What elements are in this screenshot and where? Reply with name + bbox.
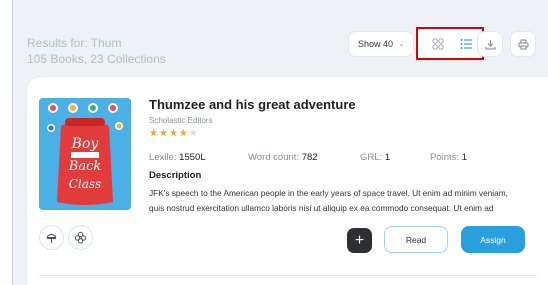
chevron-down-icon: ⌄ (398, 39, 405, 48)
book-card: Boy Back Class Thumzee and his great adv… (27, 77, 548, 285)
results-summary: Results for: Thum 105 Books, 23 Collecti… (27, 35, 166, 67)
star-icon: ★ (168, 128, 179, 139)
format-badge-interactive[interactable] (68, 225, 93, 250)
grl-label: GRL: (360, 152, 383, 163)
list-icon (460, 39, 472, 49)
book-cover-art: Boy Back Class (39, 98, 131, 210)
points-value: 1 (461, 152, 467, 163)
points-label: Points: (430, 152, 460, 163)
grid-icon (432, 38, 444, 50)
content-frame: Results for: Thum 105 Books, 23 Collecti… (12, 0, 548, 285)
grid-view-button[interactable] (429, 36, 447, 52)
assign-button[interactable]: Assign (461, 226, 525, 253)
lexile-label: Lexile: (149, 152, 177, 163)
show-select-value: Show 40 (358, 39, 394, 49)
star-empty-icon: ★ (188, 128, 199, 139)
star-icon: ★ (149, 128, 159, 139)
grl-value: 1 (384, 152, 391, 163)
read-aloud-icon (46, 233, 57, 243)
download-icon (485, 39, 495, 49)
lexile-meta: Lexile: 1550L (149, 152, 206, 163)
card-divider (39, 275, 537, 276)
wordcount-value: 782 (301, 152, 318, 163)
book-publisher: Scholastic Editors (149, 116, 213, 125)
svg-text:Back: Back (68, 159, 102, 174)
show-per-page-select[interactable]: Show 40 ⌄ (348, 31, 414, 57)
results-query: Results for: Thum (27, 36, 122, 50)
results-counts: 105 Books, 23 Collections (27, 52, 166, 66)
grl-meta: GRL: 1 (360, 152, 390, 163)
read-button[interactable]: Read (384, 226, 448, 253)
flower-icon (74, 231, 87, 244)
print-icon (518, 39, 528, 49)
wordcount-meta: Word count: 782 (248, 152, 318, 163)
lexile-value: 1550L (179, 152, 206, 163)
svg-text:Class: Class (69, 177, 102, 191)
points-meta: Points: 1 (430, 152, 467, 163)
view-toggle (416, 27, 484, 60)
add-button[interactable]: + (347, 228, 372, 253)
star-icon: ★ (178, 128, 189, 139)
wordcount-label: Word count: (248, 152, 300, 163)
format-badge-read-aloud[interactable] (39, 225, 64, 250)
book-cover[interactable]: Boy Back Class (39, 98, 131, 210)
description-line: JFK's speech to the American people in t… (149, 188, 508, 198)
download-button[interactable] (477, 31, 503, 57)
svg-text:Boy: Boy (71, 136, 100, 152)
list-view-button[interactable] (457, 36, 475, 52)
star-icon: ★ (158, 128, 169, 139)
star-rating: ★★★★★ (149, 128, 199, 139)
description-text: JFK's speech to the American people in t… (149, 186, 529, 216)
description-heading: Description (149, 170, 202, 181)
description-line: quis nostrud exercitation ullamco labori… (149, 203, 494, 213)
book-title[interactable]: Thumzee and his great adventure (149, 97, 356, 112)
print-button[interactable] (510, 31, 536, 57)
